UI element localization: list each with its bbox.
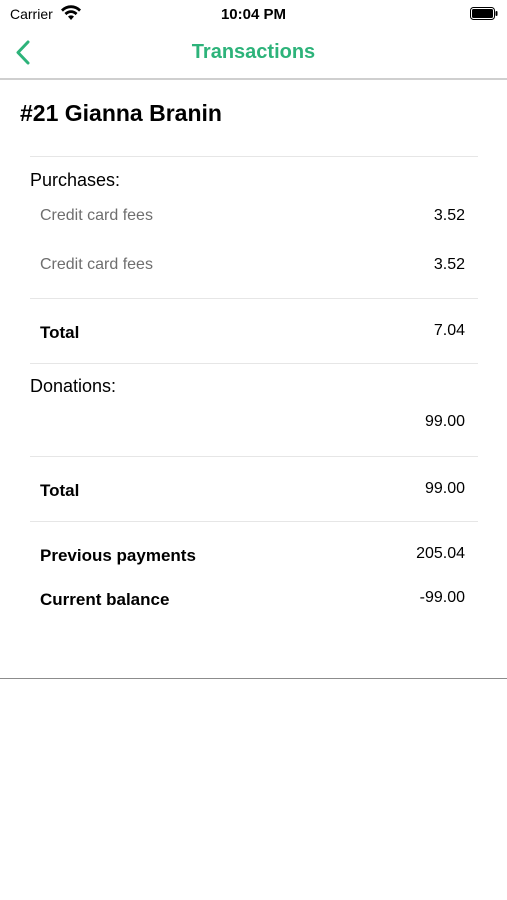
- purchase-item-name: Credit card fees: [40, 256, 153, 273]
- donations-section-label: Donations:: [30, 376, 117, 396]
- donations-total-label: Total: [40, 481, 80, 500]
- purchase-item-name: Credit card fees: [40, 207, 153, 224]
- navigation-bar: Transactions: [0, 28, 507, 78]
- divider: [30, 156, 478, 157]
- purchase-item-amount: 3.52: [433, 207, 465, 224]
- previous-payments-label: Previous payments: [40, 546, 196, 565]
- donations-total-amount: 99.00: [424, 480, 465, 497]
- clock: 10:04 PM: [220, 6, 287, 23]
- divider: [30, 298, 478, 299]
- current-balance-label: Current balance: [40, 590, 170, 609]
- page-title: Transactions: [191, 41, 316, 63]
- purchases-total-label: Total: [40, 323, 80, 342]
- purchases-section-label: Purchases:: [30, 170, 121, 190]
- divider: [30, 521, 478, 522]
- customer-heading: #21 Gianna Branin: [20, 100, 222, 126]
- divider: [30, 456, 478, 457]
- purchases-total-amount: 7.04: [433, 322, 465, 339]
- status-bar: Carrier 10:04 PM: [0, 0, 507, 28]
- previous-payments-amount: 205.04: [416, 545, 465, 562]
- divider: [30, 363, 478, 364]
- donation-item-amount: 99.00: [424, 413, 465, 430]
- current-balance-amount: -99.00: [419, 589, 465, 606]
- nav-divider: [0, 78, 507, 80]
- content-bottom-divider: [0, 678, 507, 679]
- purchase-item-amount: 3.52: [433, 256, 465, 273]
- battery-icon: [470, 7, 498, 20]
